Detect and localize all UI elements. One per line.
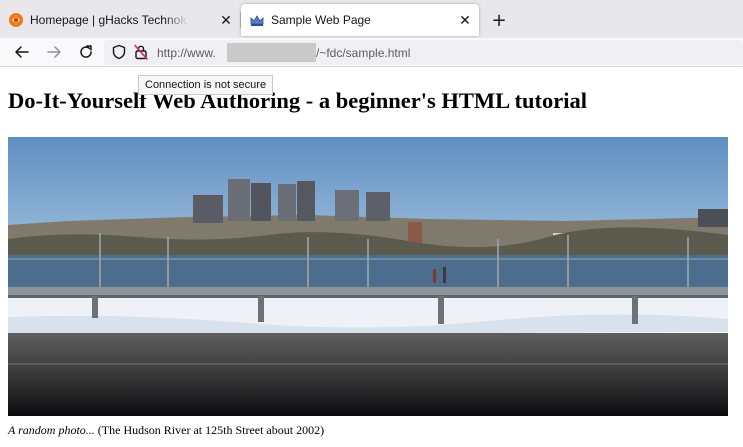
tab-title: Sample Web Page (271, 13, 371, 27)
arrow-left-icon (15, 46, 29, 58)
page-title: Do-It-Yourself Web Authoring - a beginne… (8, 88, 587, 113)
close-tab-icon[interactable]: ✕ (457, 12, 473, 28)
reload-button[interactable] (75, 41, 97, 63)
photo-caption-text: (The Hudson River at 125th Street about … (97, 423, 325, 437)
tab-sample-web-page[interactable]: Sample Web Page ✕ (241, 4, 479, 36)
back-button[interactable] (11, 41, 33, 63)
tab-strip: Homepage | gHacks Technology News ✕ Samp… (0, 0, 743, 38)
tab-ghacks[interactable]: Homepage | gHacks Technology News ✕ (0, 4, 240, 36)
crown-icon (249, 12, 265, 28)
hudson-river-photo (8, 137, 728, 416)
url-text-suffix[interactable]: /~fdc/sample.html (316, 46, 410, 60)
close-tab-icon[interactable]: ✕ (218, 12, 234, 28)
url-text-prefix[interactable]: http://www. (157, 46, 216, 60)
photo-caption: A random photo... (The Hudson River at 1… (8, 423, 324, 438)
redacted-url-segment (227, 43, 316, 62)
new-tab-button[interactable]: + (488, 9, 510, 31)
navigation-toolbar: http://www. /~fdc/sample.html (0, 38, 743, 67)
reload-icon (80, 45, 92, 58)
forward-button[interactable] (43, 41, 65, 63)
address-bar[interactable]: http://www. /~fdc/sample.html (104, 40, 743, 65)
ghacks-logo-icon (8, 12, 24, 28)
tracking-protection-shield-icon[interactable] (111, 44, 127, 60)
arrow-right-icon (47, 46, 61, 58)
connection-not-secure-tooltip: Connection is not secure (138, 75, 274, 95)
photo-caption-italic: A random photo... (8, 423, 95, 437)
insecure-lock-icon[interactable] (133, 44, 149, 60)
tab-title: Homepage | gHacks Technology News (30, 13, 188, 27)
